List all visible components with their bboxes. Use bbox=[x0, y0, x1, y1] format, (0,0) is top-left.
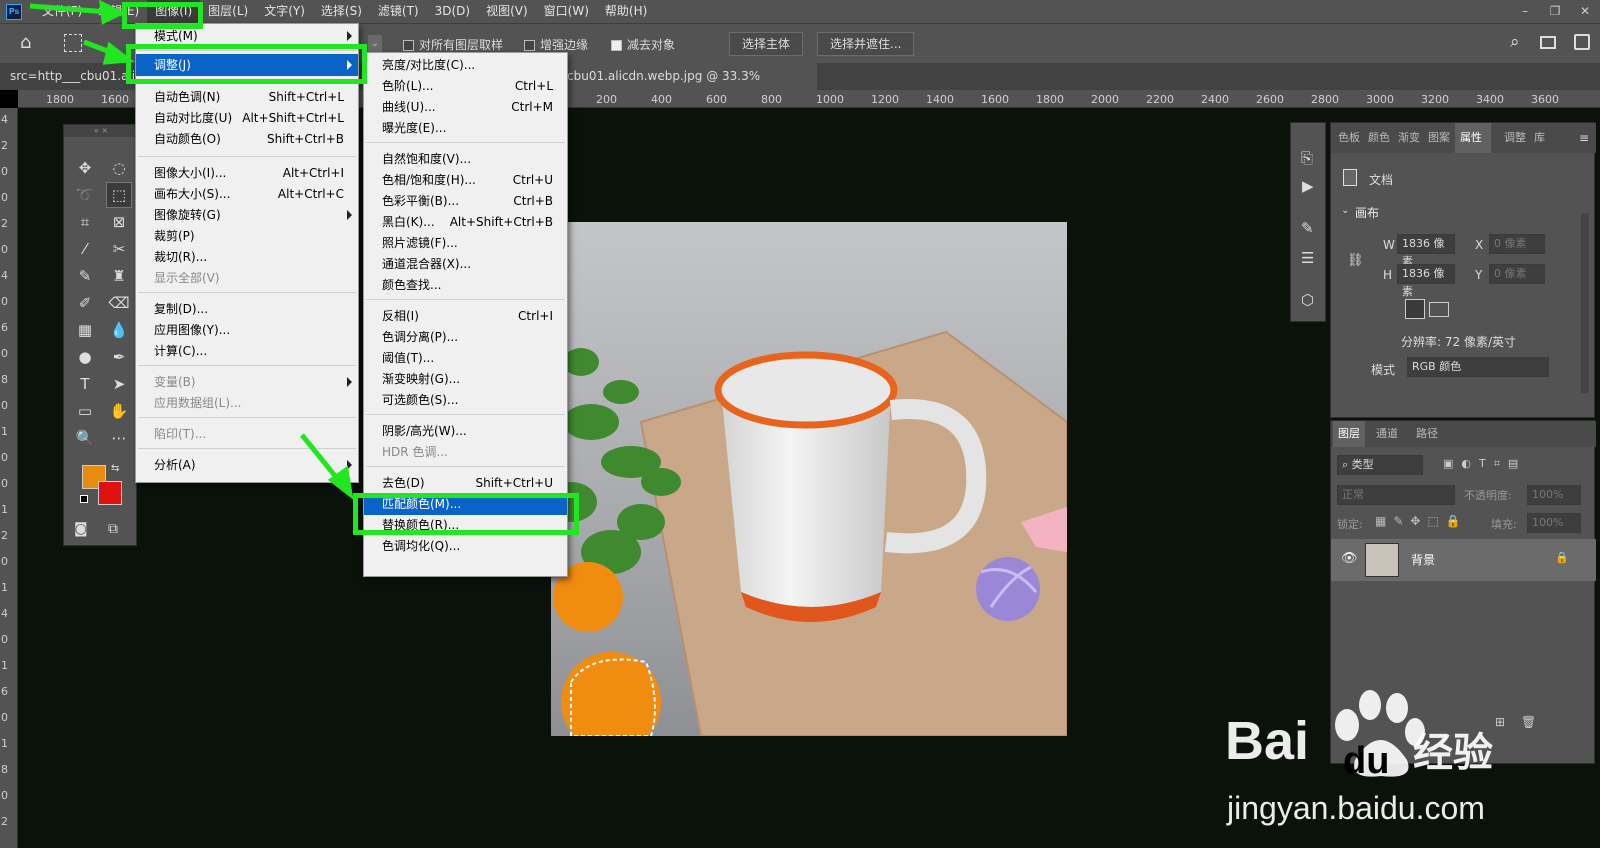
watermark-url: jingyan.baidu.com bbox=[1227, 790, 1485, 826]
watermark-jingyan: 经验 bbox=[1413, 730, 1493, 776]
watermark-brand-du: du bbox=[1343, 740, 1390, 782]
baidu-jingyan-watermark: Bai du 经验 jingyan.baidu.com bbox=[1225, 690, 1600, 848]
watermark-brand: Bai bbox=[1225, 711, 1310, 771]
